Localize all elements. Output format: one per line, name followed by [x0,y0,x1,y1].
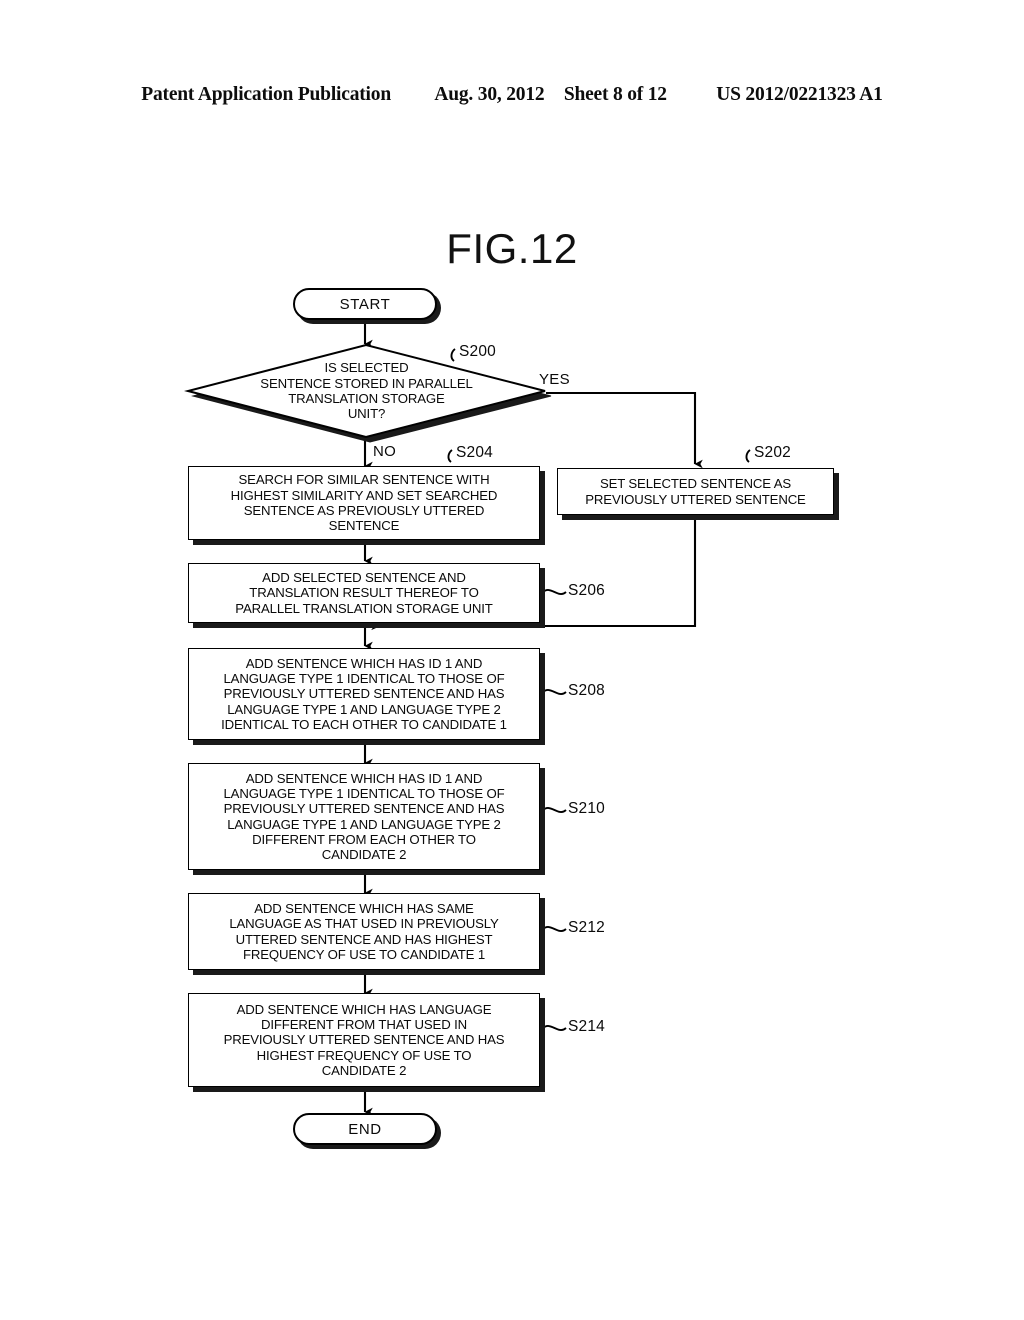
flow-node-decision-label: IS SELECTED SENTENCE STORED IN PARALLEL … [260,360,473,422]
flowchart-canvas: START IS SELECTED SENTENCE STORED IN PAR… [0,0,1024,1320]
flow-node-start-label: START [339,295,391,313]
step-ref-s200: S200 [459,343,496,360]
step-ref-s210: S210 [568,800,605,817]
flow-node-s208[interactable]: ADD SENTENCE WHICH HAS ID 1 AND LANGUAGE… [188,648,540,740]
flow-node-s204-label: SEARCH FOR SIMILAR SENTENCE WITH HIGHEST… [230,472,498,534]
flow-node-s202[interactable]: SET SELECTED SENTENCE AS PREVIOUSLY UTTE… [557,468,834,515]
flow-node-s206-label: ADD SELECTED SENTENCE AND TRANSLATION RE… [235,570,493,616]
flow-node-s210-label: ADD SENTENCE WHICH HAS ID 1 AND LANGUAGE… [223,770,505,863]
flow-node-s214[interactable]: ADD SENTENCE WHICH HAS LANGUAGE DIFFEREN… [188,993,540,1087]
branch-label-no: NO [373,443,397,460]
flow-node-s214-label: ADD SENTENCE WHICH HAS LANGUAGE DIFFEREN… [223,1001,505,1078]
branch-label-yes: YES [539,371,570,388]
flow-node-end[interactable]: END [293,1113,437,1145]
flow-node-end-label: END [348,1120,382,1138]
step-ref-s212: S212 [568,919,605,936]
step-ref-s206: S206 [568,582,605,599]
flow-node-s212-label: ADD SENTENCE WHICH HAS SAME LANGUAGE AS … [229,900,499,962]
step-ref-s204: S204 [456,444,493,461]
flow-node-start[interactable]: START [293,288,437,320]
flow-node-s204[interactable]: SEARCH FOR SIMILAR SENTENCE WITH HIGHEST… [188,466,540,540]
flow-node-s212[interactable]: ADD SENTENCE WHICH HAS SAME LANGUAGE AS … [188,893,540,970]
step-ref-s214: S214 [568,1018,605,1035]
flow-node-s210[interactable]: ADD SENTENCE WHICH HAS ID 1 AND LANGUAGE… [188,763,540,870]
step-ref-s208: S208 [568,682,605,699]
step-ref-s202: S202 [754,444,791,461]
flow-node-s208-label: ADD SENTENCE WHICH HAS ID 1 AND LANGUAGE… [221,655,507,732]
flow-node-s202-label: SET SELECTED SENTENCE AS PREVIOUSLY UTTE… [585,476,806,507]
flow-node-s206[interactable]: ADD SELECTED SENTENCE AND TRANSLATION RE… [188,563,540,623]
